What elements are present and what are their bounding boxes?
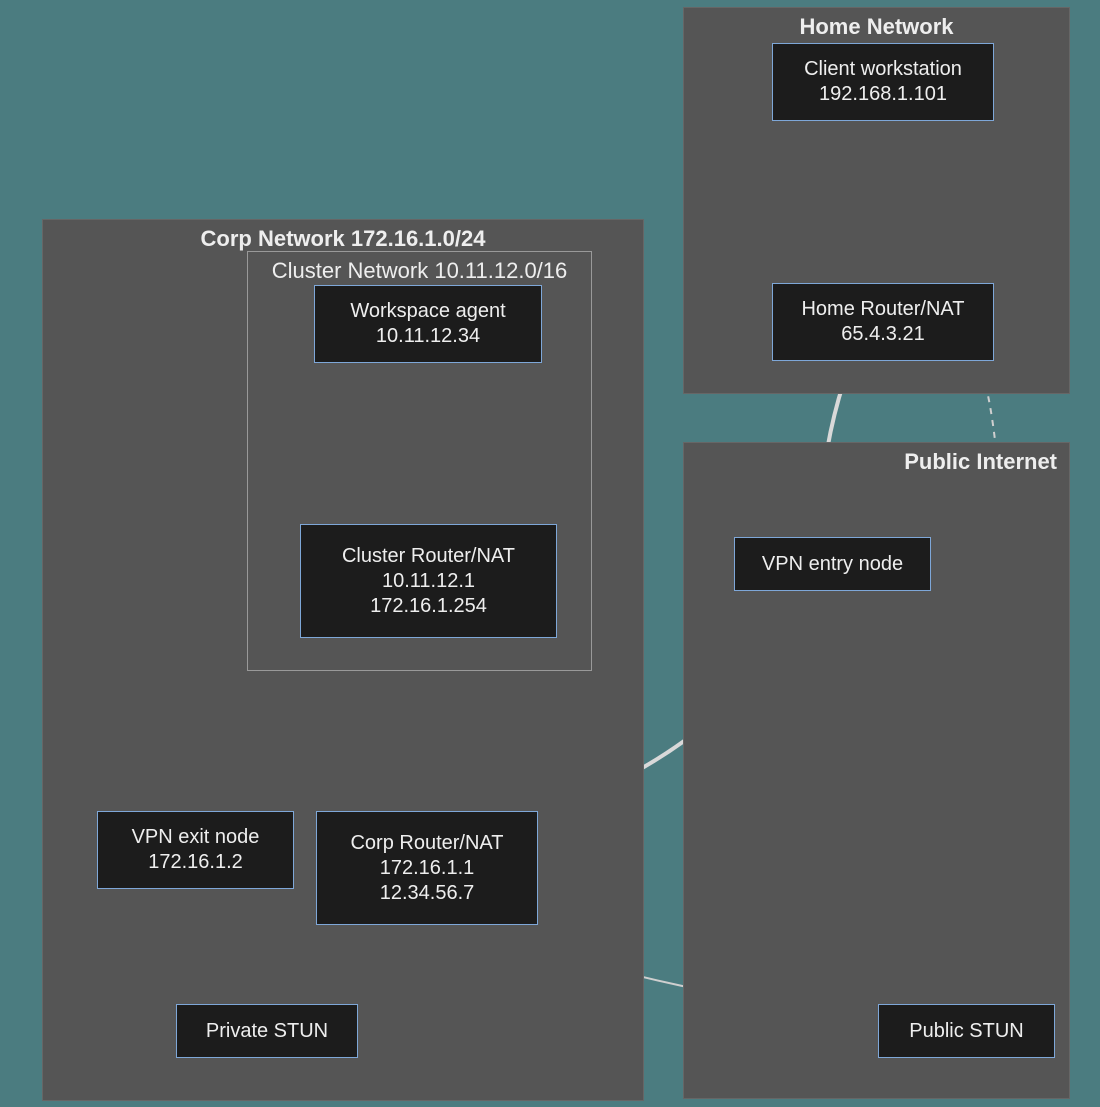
node-cluster-router: Cluster Router/NAT 10.11.12.1 172.16.1.2… [300, 524, 557, 638]
node-text: Public STUN [909, 1019, 1023, 1044]
node-workspace-agent: Workspace agent 10.11.12.34 [314, 285, 542, 363]
node-text: 12.34.56.7 [380, 881, 475, 906]
node-corp-router: Corp Router/NAT 172.16.1.1 12.34.56.7 [316, 811, 538, 925]
group-title-corp: Corp Network 172.16.1.0/24 [201, 226, 486, 252]
node-text: 65.4.3.21 [841, 322, 924, 347]
node-text: Workspace agent [350, 299, 505, 324]
node-text: Private STUN [206, 1019, 328, 1044]
node-text: 172.16.1.2 [148, 850, 243, 875]
group-title-public: Public Internet [904, 449, 1057, 475]
node-text: 172.16.1.1 [380, 856, 475, 881]
node-text: Home Router/NAT [801, 297, 964, 322]
node-text: Client workstation [804, 57, 962, 82]
node-vpn-exit: VPN exit node 172.16.1.2 [97, 811, 294, 889]
group-title-cluster: Cluster Network 10.11.12.0/16 [272, 258, 568, 284]
node-home-router: Home Router/NAT 65.4.3.21 [772, 283, 994, 361]
diagram-stage: private_stun (thin arrow) --> private_st… [0, 0, 1100, 1107]
node-public-stun: Public STUN [878, 1004, 1055, 1058]
node-text: Cluster Router/NAT [342, 544, 515, 569]
node-text: 10.11.12.34 [376, 324, 480, 349]
node-text: 192.168.1.101 [819, 82, 947, 107]
node-vpn-entry: VPN entry node [734, 537, 931, 591]
node-text: 10.11.12.1 [382, 569, 475, 594]
node-text: VPN exit node [132, 825, 260, 850]
node-client-workstation: Client workstation 192.168.1.101 [772, 43, 994, 121]
group-title-home: Home Network [799, 14, 953, 40]
node-text: VPN entry node [762, 552, 903, 577]
node-text: 172.16.1.254 [370, 594, 487, 619]
node-private-stun: Private STUN [176, 1004, 358, 1058]
node-text: Corp Router/NAT [350, 831, 503, 856]
